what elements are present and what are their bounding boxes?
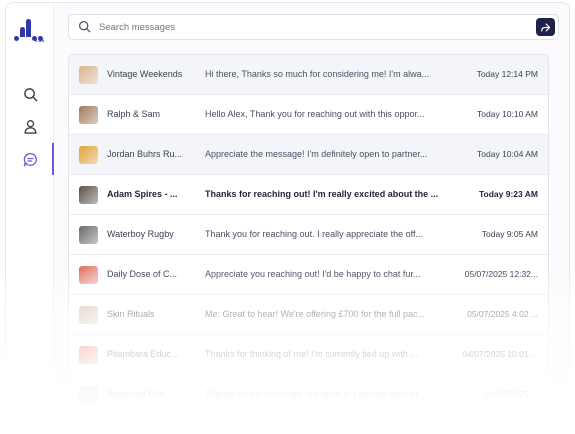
sender-name: Jordan Buhrs Ru... [107, 149, 183, 159]
message-preview: Me: Great to hear! We're offering £700 f… [205, 309, 426, 319]
message-preview: Appreciate the message! I'm definitely o… [205, 149, 428, 159]
sender-name: Skin Rituals [107, 309, 155, 319]
message-timestamp: Today 10:04 AM [477, 149, 538, 159]
message-preview: Appreciate you reaching out! I'd be happ… [205, 269, 421, 279]
message-row[interactable]: Skin Rituals Me: Great to hear! We're off… [69, 295, 548, 335]
message-preview: Thanks for the message. I'm open to pote… [205, 389, 426, 399]
message-preview: Thank you for reaching out. I really app… [205, 229, 423, 239]
sender-name: Vintage Weekends [107, 69, 183, 79]
avatar [79, 186, 98, 204]
app-window: K.UN Search messages Vintage Weekends Hi… [5, 2, 570, 434]
sidebar: K.UN [6, 3, 54, 433]
search-icon [79, 21, 91, 33]
message-row[interactable]: Adam Spires - ... Thanks for reaching out… [69, 175, 548, 215]
message-timestamp: Today 12:14 PM [476, 69, 538, 79]
message-row[interactable]: Raymond Chin Thanks for the message. I'm … [69, 375, 548, 415]
user-icon [23, 119, 37, 134]
sender-name: Raymond Chin [107, 389, 167, 399]
message-row[interactable]: Vintage Weekends Hi there, Thanks so much… [69, 55, 548, 95]
message-timestamp: 05/07/2025 12:32... [464, 269, 538, 279]
avatar [79, 266, 98, 284]
sender-name: Waterboy Rugby [107, 229, 174, 239]
message-row[interactable]: Waterboy Rugby Thank you for reaching out… [69, 215, 548, 255]
sender-name: Pitambara Educ... [107, 349, 179, 359]
message-timestamp: 04/07/2025 10:01 ... [462, 349, 538, 359]
main-panel: Vintage Weekends Hi there, Thanks so much… [54, 3, 569, 433]
message-row[interactable]: Ralph & Sam Hello Alex, Thank you for rea… [69, 95, 548, 135]
message-list: Vintage Weekends Hi there, Thanks so much… [68, 54, 549, 433]
message-row[interactable]: Daily Dose of C... Appreciate you reachin… [69, 255, 548, 295]
message-timestamp: 04/07/2025 ... [486, 389, 538, 399]
compose-button[interactable] [536, 18, 555, 36]
search-bar [68, 14, 559, 40]
sidebar-item-messages[interactable] [19, 148, 41, 170]
message-preview: Thanks for reaching out! I'm really exci… [205, 189, 439, 199]
sender-name: Adam Spires - ... [107, 189, 178, 199]
message-row[interactable]: Pitambara Educ... Thanks for thinking of … [69, 335, 548, 375]
avatar [79, 106, 98, 124]
message-preview: Hello Alex, Thank you for reaching out w… [205, 109, 425, 119]
search-input[interactable] [99, 19, 519, 36]
message-preview: Hi there, Thanks so much for considering… [205, 69, 430, 79]
logo-tag: K.UN [35, 39, 45, 43]
avatar [79, 226, 98, 244]
chat-icon [23, 152, 37, 166]
sidebar-item-profile[interactable] [19, 115, 41, 137]
message-timestamp: Today 9:23 AM [478, 189, 538, 199]
sender-name: Ralph & Sam [107, 109, 161, 119]
brand-logo[interactable]: K.UN [13, 17, 49, 43]
avatar [79, 386, 98, 404]
message-row[interactable]: Jordan Buhrs Ru... Appreciate the message… [69, 135, 548, 175]
avatar [79, 306, 98, 324]
search-icon [23, 87, 37, 101]
share-arrow-icon [541, 22, 551, 32]
message-timestamp: Today 10:10 AM [477, 109, 538, 119]
message-timestamp: 05/07/2025 4:02 ... [467, 309, 538, 319]
message-timestamp: Today 9:05 AM [481, 229, 538, 239]
sender-name: Daily Dose of C... [107, 269, 178, 279]
avatar [79, 146, 98, 164]
avatar [79, 66, 98, 84]
avatar [79, 346, 98, 364]
sidebar-item-search[interactable] [19, 83, 41, 105]
message-preview: Thanks for thinking of me! I'm currently… [205, 349, 418, 359]
